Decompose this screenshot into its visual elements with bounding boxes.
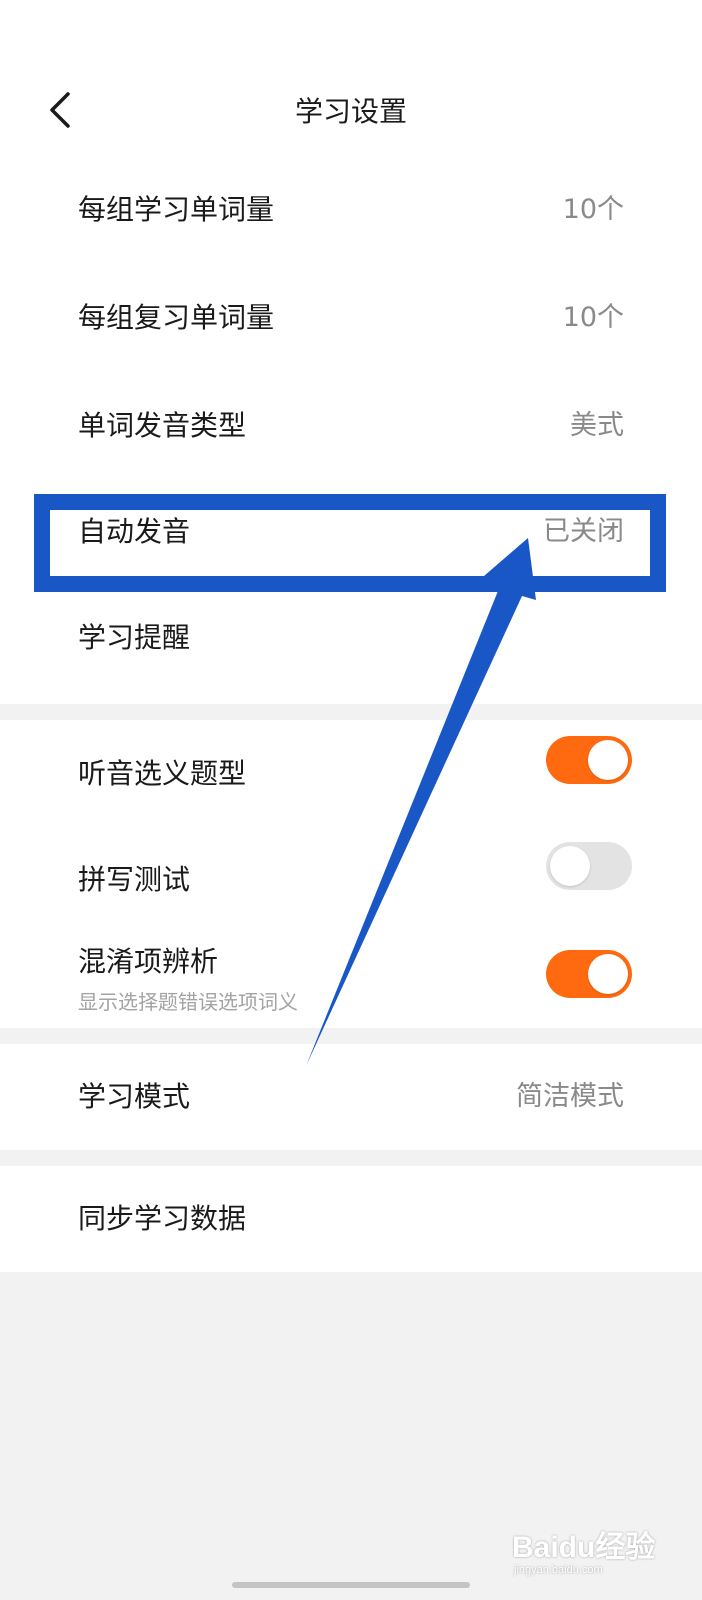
setting-row-confusion-analysis: 混淆项辨析 显示选择题错误选项词义: [0, 924, 702, 1028]
setting-row-auto-pronounce[interactable]: 自动发音 已关闭: [0, 478, 702, 586]
setting-label: 单词发音类型: [78, 409, 247, 442]
setting-label: 拼写测试: [78, 863, 191, 896]
setting-value: 简洁模式: [516, 1081, 624, 1112]
settings-group-2: 听音选义题型 拼写测试 混淆项辨析 显示选择题错误选项词义: [0, 720, 702, 1028]
setting-label: 听音选义题型: [78, 757, 247, 790]
watermark-brand: Baidu经验: [512, 1531, 656, 1564]
spelling-test-toggle[interactable]: [546, 842, 632, 890]
listen-choose-toggle[interactable]: [546, 736, 632, 784]
confusion-analysis-toggle[interactable]: [546, 950, 632, 998]
setting-row-sync-data[interactable]: 同步学习数据: [0, 1166, 702, 1272]
watermark-domain: jingyan.baidu.com: [514, 1564, 603, 1576]
nav-bar: 学习设置: [0, 70, 702, 154]
setting-sublabel: 显示选择题错误选项词义: [78, 990, 298, 1014]
settings-group-4: 同步学习数据: [0, 1166, 702, 1272]
setting-row-learning-mode[interactable]: 学习模式 简洁模式: [0, 1044, 702, 1150]
setting-row-listen-choose: 听音选义题型: [0, 720, 702, 828]
watermark-logo: Baidu经验 jingyan.baidu.com: [504, 1522, 684, 1582]
toggle-knob: [550, 846, 590, 886]
setting-label: 混淆项辨析: [78, 945, 219, 978]
settings-group-3: 学习模式 简洁模式: [0, 1044, 702, 1150]
toggle-knob: [588, 954, 628, 994]
toggle-knob: [588, 740, 628, 780]
setting-label: 同步学习数据: [78, 1202, 247, 1235]
setting-label: 学习提醒: [78, 621, 191, 654]
setting-row-spelling-test: 拼写测试: [0, 826, 702, 934]
setting-value: 美式: [570, 410, 624, 441]
setting-label: 学习模式: [78, 1080, 191, 1113]
setting-row-learn-count[interactable]: 每组学习单词量 10个: [0, 156, 702, 264]
setting-value: 已关闭: [543, 516, 624, 547]
setting-value: 10个: [562, 194, 624, 225]
page-title: 学习设置: [294, 95, 407, 128]
setting-label: 每组复习单词量: [78, 301, 275, 334]
setting-row-review-count[interactable]: 每组复习单词量 10个: [0, 264, 702, 372]
setting-label: 自动发音: [78, 515, 191, 548]
setting-label: 每组学习单词量: [78, 193, 275, 226]
setting-row-study-reminder[interactable]: 学习提醒: [0, 584, 702, 692]
home-indicator[interactable]: [232, 1582, 470, 1588]
setting-row-pronunciation-type[interactable]: 单词发音类型 美式: [0, 372, 702, 480]
setting-value: 10个: [562, 302, 624, 333]
settings-group-1: 学习设置 每组学习单词量 10个 每组复习单词量 10个 单词发音类型 美式 自…: [0, 0, 702, 704]
